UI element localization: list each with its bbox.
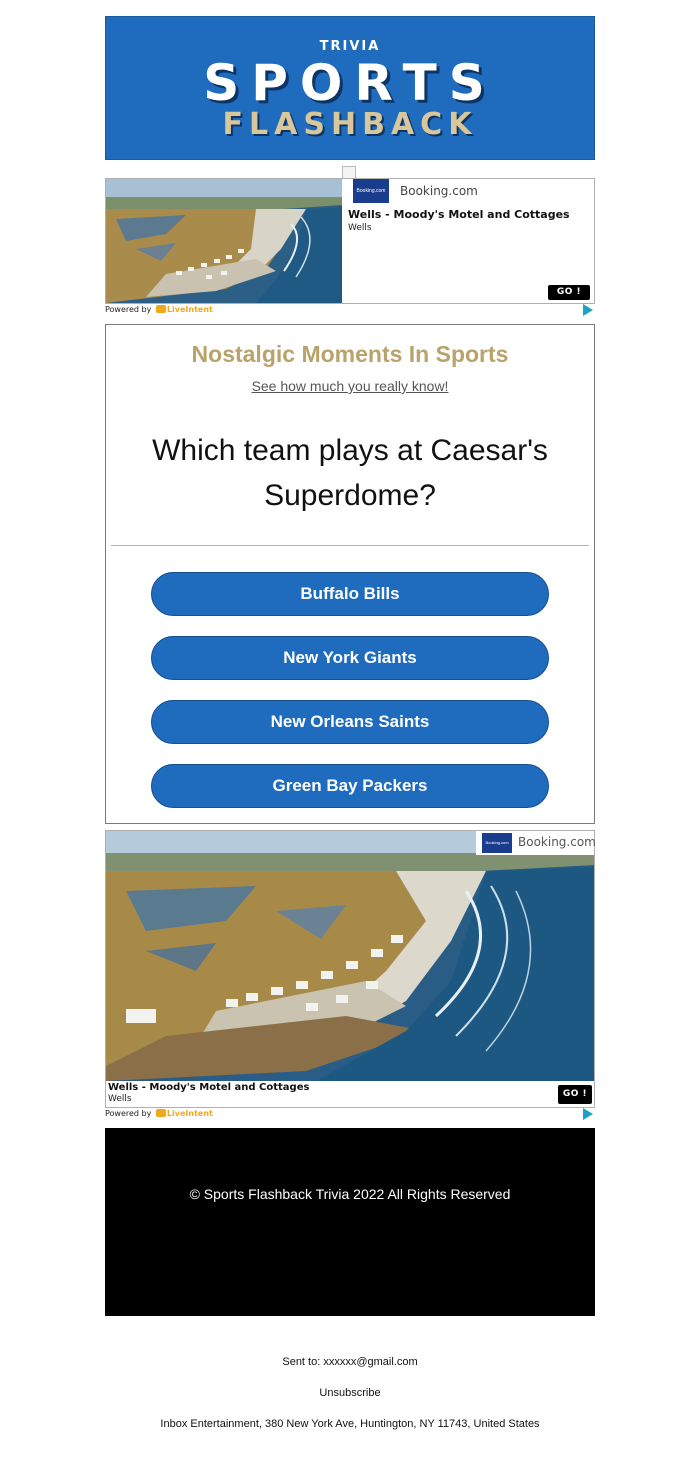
ad-bottom-go-button[interactable]: GO !: [558, 1085, 592, 1104]
ad-top[interactable]: Booking.com Booking.com Wells - Moody's …: [105, 178, 595, 304]
powered-by-top[interactable]: Powered by LiveIntent: [105, 304, 595, 317]
answer-button-4[interactable]: Green Bay Packers: [151, 764, 549, 808]
ad-bottom-brand-box: Booking.com Booking.com: [476, 831, 596, 855]
powered-by-label: Powered by: [105, 305, 152, 314]
powered-by-label: Powered by: [105, 1109, 152, 1118]
copyright-text: © Sports Flashback Trivia 2022 All Right…: [189, 1186, 511, 1203]
answer-button-2[interactable]: New York Giants: [151, 636, 549, 680]
quiz-question: Which team plays at Caesar's Superdome?: [152, 434, 548, 512]
ad-top-photo[interactable]: [106, 179, 342, 303]
quiz-card: Nostalgic Moments In Sports See how much…: [105, 324, 595, 824]
ad-top-title[interactable]: Wells - Moody's Motel and Cottages: [348, 208, 570, 221]
quiz-heading: Nostalgic Moments In Sports: [191, 341, 509, 367]
ad-bottom-brand: Booking.com: [518, 835, 596, 849]
liveintent-name: LiveIntent: [166, 305, 213, 314]
banner-small-title: TRIVIA: [319, 39, 381, 54]
booking-logo: Booking.com: [482, 833, 512, 853]
header-banner[interactable]: TRIVIA SPORTS FLASHBACK: [105, 16, 595, 160]
sent-to-label: Sent to:: [282, 1356, 321, 1368]
sent-to: Sent to: xxxxxx@gmail.com: [0, 1356, 700, 1368]
adchoices-icon[interactable]: [583, 1108, 593, 1120]
powered-by-bottom[interactable]: Powered by LiveIntent: [105, 1108, 595, 1121]
postal-address: Inbox Entertainment, 380 New York Ave, H…: [160, 1418, 540, 1430]
booking-logo: Booking.com: [353, 179, 389, 203]
ad-top-go-button[interactable]: GO !: [548, 285, 590, 300]
ad-bottom-title[interactable]: Wells - Moody's Motel and Cottages: [108, 1082, 309, 1093]
ad-bottom-photo[interactable]: [106, 831, 594, 1081]
ad-bottom-location: Wells: [108, 1094, 132, 1104]
answer-button-1[interactable]: Buffalo Bills: [151, 572, 549, 616]
liveintent-logo-icon: [155, 1109, 166, 1117]
banner-title-sports: SPORTS: [203, 54, 497, 112]
banner-title-flashback: FLASHBACK: [222, 107, 478, 142]
ad-bottom[interactable]: Booking.com Booking.com Wells - Moody's …: [105, 830, 596, 1108]
adchoices-icon[interactable]: [583, 304, 593, 316]
unsubscribe-link[interactable]: Unsubscribe: [0, 1387, 700, 1399]
ad-top-brand: Booking.com: [400, 184, 478, 198]
see-how-link[interactable]: See how much you really know!: [252, 378, 449, 394]
liveintent-name: LiveIntent: [166, 1109, 213, 1118]
divider: [111, 545, 589, 546]
sent-to-email: xxxxxx@gmail.com: [323, 1356, 418, 1368]
footer: © Sports Flashback Trivia 2022 All Right…: [105, 1128, 595, 1316]
answer-button-3[interactable]: New Orleans Saints: [151, 700, 549, 744]
ad-top-location: Wells: [348, 223, 372, 233]
liveintent-logo-icon: [155, 305, 166, 313]
